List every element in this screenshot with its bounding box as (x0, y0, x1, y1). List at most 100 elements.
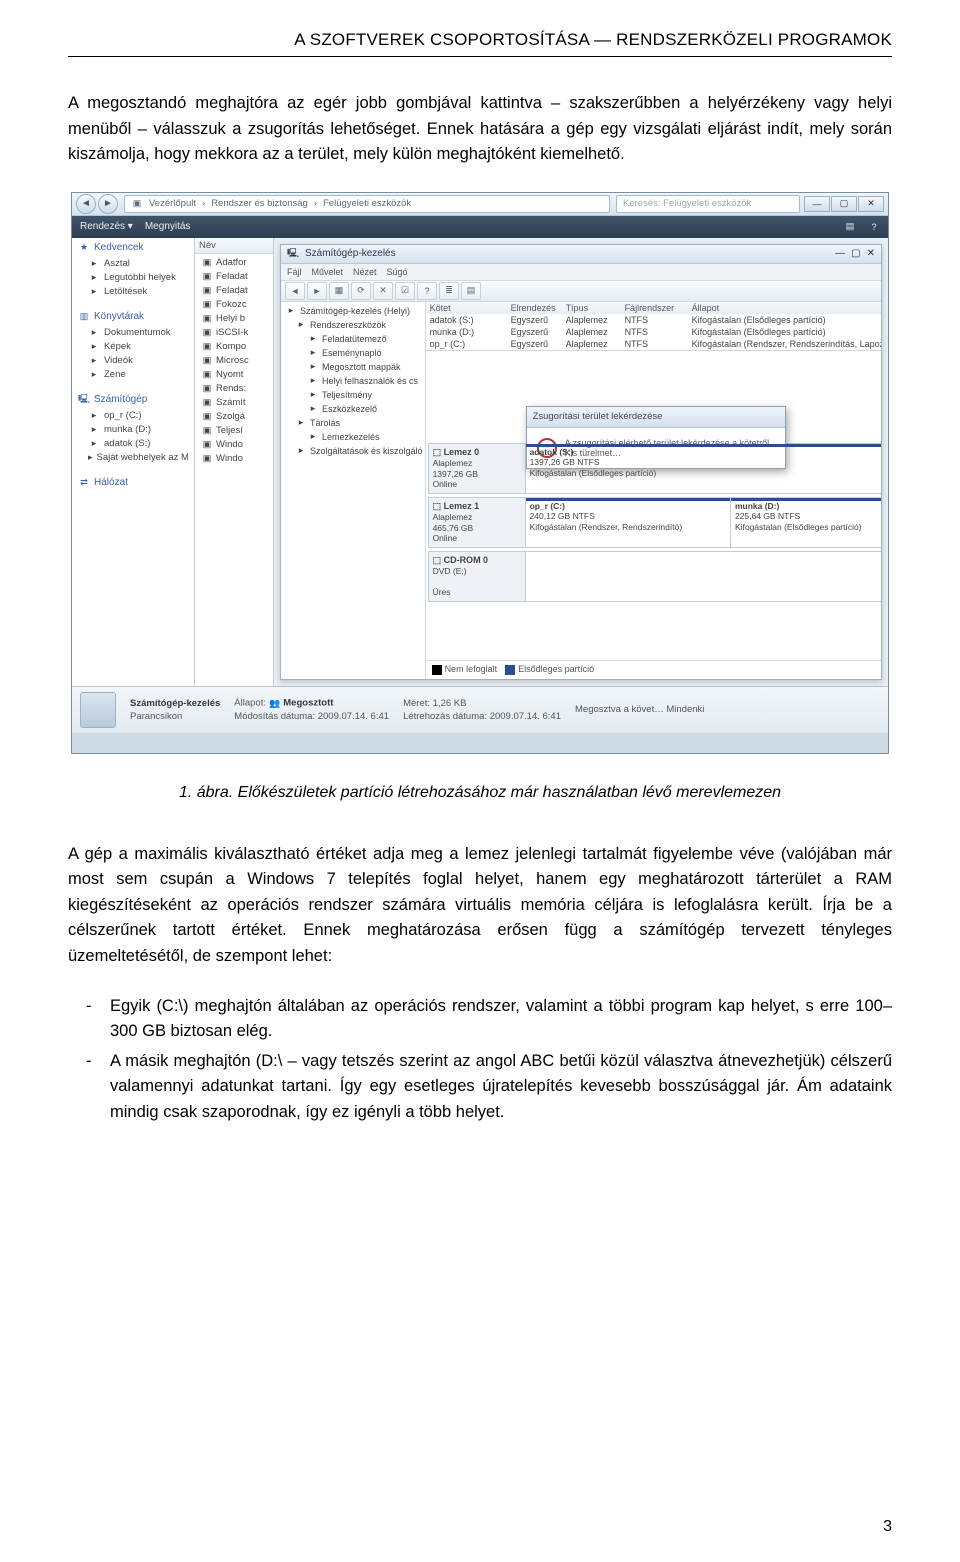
tool-icon: ▣ (201, 341, 213, 353)
breadcrumb-1[interactable]: Vezérlőpult (149, 198, 196, 209)
forward-button[interactable]: ► (98, 194, 118, 214)
list-item[interactable]: ▣Fokozc (197, 298, 271, 312)
breadcrumb-2[interactable]: Rendszer és biztonság (211, 198, 308, 209)
list-item[interactable]: ▣iSCSI-k (197, 326, 271, 340)
nav-item[interactable]: ▸munka (D:) (78, 423, 188, 437)
list-item[interactable]: ▣Rends: (197, 382, 271, 396)
tb-list2[interactable]: ▤ (461, 282, 481, 300)
column-header-name[interactable]: Név (195, 238, 273, 254)
list-item[interactable]: ▣Windo (197, 438, 271, 452)
table-row[interactable]: adatok (S:)EgyszerűAlaplemezNTFSKifogást… (426, 314, 881, 326)
tree-node[interactable]: ▸Tárolás (283, 416, 423, 430)
sort-button[interactable]: Rendezés ▾ (80, 221, 133, 232)
list-item[interactable]: ▣Helyi b (197, 312, 271, 326)
mmc-minimize[interactable]: — (835, 248, 845, 259)
breadcrumb-3[interactable]: Felügyeleti eszközök (323, 198, 411, 209)
drive-icon: ▸ (88, 410, 100, 422)
nav-item[interactable]: ▸op_r (C:) (78, 409, 188, 423)
list-item[interactable]: ▣Windo (197, 452, 271, 466)
back-button[interactable]: ◄ (76, 194, 96, 214)
computer-icon: 🖳 (78, 394, 90, 406)
list-item[interactable]: ▣Feladat (197, 270, 271, 284)
tree-icon: ▸ (307, 361, 319, 373)
nav-item[interactable]: ▸Asztal (78, 257, 188, 271)
tb-help[interactable]: ? (417, 282, 437, 300)
tree-node[interactable]: ▸Lemezkezelés (283, 430, 423, 444)
maximize-button[interactable]: ▢ (831, 196, 857, 212)
address-bar[interactable]: ▣ Vezérlőpult› Rendszer és biztonság› Fe… (124, 195, 610, 213)
tree-node[interactable]: ▸Szolgáltatások és kiszolgáló (283, 444, 423, 458)
tb-refresh[interactable]: ⟳ (351, 282, 371, 300)
mmc-maximize[interactable]: ▢ (851, 248, 860, 259)
details-icon (80, 692, 116, 728)
close-button[interactable]: ✕ (858, 196, 884, 212)
nav-item[interactable]: ▸adatok (S:) (78, 437, 188, 451)
nav-buttons: ◄ ► (76, 194, 118, 214)
tree-node[interactable]: ▸Eszközkezelő (283, 402, 423, 416)
nav-item[interactable]: ▸Legutóbbi helyek (78, 271, 188, 285)
mmc-close[interactable]: ✕ (867, 248, 875, 259)
tb-list1[interactable]: ≣ (439, 282, 459, 300)
list-item[interactable]: ▣Teljesí (197, 424, 271, 438)
disk-row[interactable]: ⬚ CD-ROM 0DVD (E:)Üres (428, 551, 881, 602)
mmc-tree: ▸Számítógép-kezelés (Helyi)▸Rendszereszk… (281, 302, 426, 679)
tree-icon: ▸ (307, 347, 319, 359)
computer-group[interactable]: 🖳Számítógép (78, 394, 188, 406)
tb-back[interactable]: ◄ (285, 282, 305, 300)
volume-header-row[interactable]: Kötet Elrendezés Típus Fájlrendszer Álla… (426, 302, 881, 314)
figure-caption: 1. ábra. Előkészületek partíció létrehoz… (68, 784, 892, 802)
fav-icon: ▸ (88, 258, 100, 270)
tb-x[interactable]: ✕ (373, 282, 393, 300)
tool-icon: ▣ (201, 411, 213, 423)
table-row[interactable]: munka (D:)EgyszerűAlaplemezNTFSKifogásta… (426, 326, 881, 338)
disk-row[interactable]: ⬚ Lemez 0Alaplemez1397,26 GBOnlineadatok… (428, 443, 881, 494)
menu-file[interactable]: Fájl (287, 267, 302, 277)
tree-node[interactable]: ▸Rendszereszközök (283, 318, 423, 332)
help-icon[interactable]: ? (868, 221, 880, 233)
tree-icon: ▸ (307, 389, 319, 401)
nav-item[interactable]: ▸Videók (78, 354, 188, 368)
open-button[interactable]: Megnyitás (145, 221, 191, 232)
view-icon[interactable]: ▤ (844, 221, 856, 233)
list-item[interactable]: ▣Számít (197, 396, 271, 410)
list-item[interactable]: ▣Feladat (197, 284, 271, 298)
search-input[interactable]: Keresés: Felügyeleti eszközök (616, 195, 800, 213)
lib-icon: ▸ (88, 341, 100, 353)
tree-node[interactable]: ▸Számítógép-kezelés (Helyi) (283, 304, 423, 318)
tree-node[interactable]: ▸Helyi felhasználók és cs (283, 374, 423, 388)
network-group[interactable]: ⇄Hálózat (78, 477, 188, 489)
tb-up[interactable]: ▦ (329, 282, 349, 300)
menu-help[interactable]: Súgó (387, 267, 408, 277)
tool-icon: ▣ (201, 271, 213, 283)
tree-node[interactable]: ▸Teljesítmény (283, 388, 423, 402)
tool-icon: ▣ (201, 257, 213, 269)
nav-item[interactable]: ▸Dokumentumok (78, 326, 188, 340)
nav-item[interactable]: ▸Képek (78, 340, 188, 354)
menu-view[interactable]: Nézet (353, 267, 377, 277)
running-header: A SZOFTVEREK CSOPORTOSÍTÁSA — RENDSZERKÖ… (68, 30, 892, 57)
table-row[interactable]: op_r (C:)EgyszerűAlaplemezNTFSKifogástal… (426, 338, 881, 350)
libraries-group[interactable]: ▥Könyvtárak (78, 311, 188, 323)
tb-fwd[interactable]: ► (307, 282, 327, 300)
tree-node[interactable]: ▸Eseménynapló (283, 346, 423, 360)
paragraph-2: A gép a maximális kiválasztható értéket … (68, 842, 892, 970)
disk-row[interactable]: ⬚ Lemez 1Alaplemez465,76 GBOnlineop_r (C… (428, 497, 881, 548)
list-item[interactable]: ▣Szolgá (197, 410, 271, 424)
minimize-button[interactable]: — (804, 196, 830, 212)
menu-action[interactable]: Művelet (312, 267, 344, 277)
list-item[interactable]: ▣Adatfor (197, 256, 271, 270)
favorites-group[interactable]: ★Kedvencek (78, 242, 188, 254)
list-item[interactable]: ▣Nyomt (197, 368, 271, 382)
bullet-list: Egyik (C:\) meghajtón általában az operá… (68, 994, 892, 1126)
dialog-title: Zsugorítási terület lekérdezése (527, 407, 785, 428)
tree-node[interactable]: ▸Feladatütemező (283, 332, 423, 346)
nav-item[interactable]: ▸Letöltések (78, 285, 188, 299)
list-item[interactable]: ▣Kompo (197, 340, 271, 354)
explorer-toolbar: Rendezés ▾ Megnyitás ▤ ? (72, 216, 888, 238)
tb-prop[interactable]: ☑ (395, 282, 415, 300)
tree-icon: ▸ (295, 417, 307, 429)
list-item[interactable]: ▣Microsc (197, 354, 271, 368)
tree-node[interactable]: ▸Megosztott mappák (283, 360, 423, 374)
nav-item[interactable]: ▸Zene (78, 368, 188, 382)
nav-item[interactable]: ▸Saját webhelyek az M (78, 451, 188, 465)
